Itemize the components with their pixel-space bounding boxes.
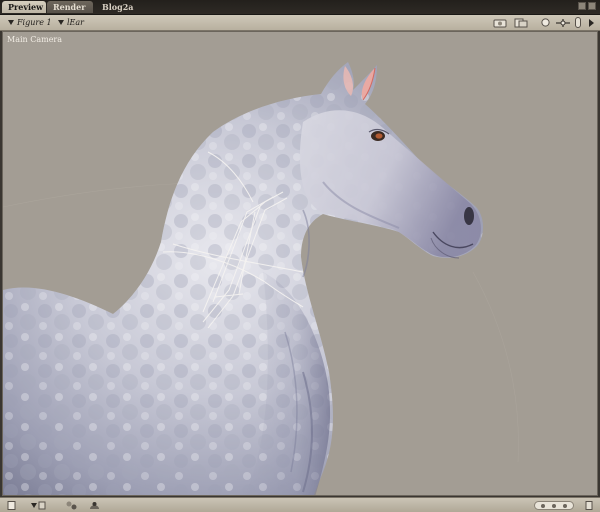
document-icon[interactable]: [6, 501, 16, 510]
tab-render[interactable]: Render: [47, 1, 93, 13]
figure-icon[interactable]: [64, 501, 78, 510]
lights-icon[interactable]: [574, 17, 582, 28]
part-menu[interactable]: lEar: [58, 16, 84, 29]
maximize-button[interactable]: [588, 2, 596, 10]
3d-viewport[interactable]: Main Camera: [2, 31, 598, 496]
camera-icon[interactable]: [492, 17, 508, 28]
dropdown-triangle-icon: [8, 20, 14, 25]
part-menu-label: lEar: [67, 18, 84, 27]
figure-menu-label: Figure 1: [17, 18, 52, 27]
figure-menu[interactable]: Figure 1: [8, 16, 52, 29]
camera-label: Main Camera: [7, 35, 63, 44]
tab-preview[interactable]: Preview: [2, 1, 46, 13]
display-pill-icon[interactable]: [534, 501, 574, 510]
horse-render[interactable]: [3, 32, 598, 496]
dropdown-triangle-icon: [58, 20, 64, 25]
move-icon[interactable]: [554, 17, 572, 28]
fly-icon[interactable]: [513, 17, 529, 28]
minimize-button[interactable]: [578, 2, 586, 10]
arrow-right-icon[interactable]: [587, 17, 595, 28]
arrow-down-icon[interactable]: [30, 501, 46, 510]
viewport-toolbar: Figure 1 lEar: [0, 15, 600, 31]
dome-icon[interactable]: [88, 501, 100, 510]
pill-dot-icon: [541, 503, 546, 508]
tab-bar: Preview Render Blog2a: [0, 0, 600, 15]
right-edge-icon[interactable]: [584, 501, 594, 510]
pill-dot-icon: [551, 503, 556, 508]
window-controls: [578, 2, 596, 10]
poser-window: Preview Render Blog2a Figure 1 lEar Main…: [0, 0, 600, 512]
bottom-toolbar: [0, 497, 600, 512]
tab-blog2a[interactable]: Blog2a: [96, 1, 136, 13]
pill-dot-icon: [562, 503, 567, 508]
render-style-icon[interactable]: [540, 17, 550, 28]
horse-figure[interactable]: [3, 62, 483, 496]
